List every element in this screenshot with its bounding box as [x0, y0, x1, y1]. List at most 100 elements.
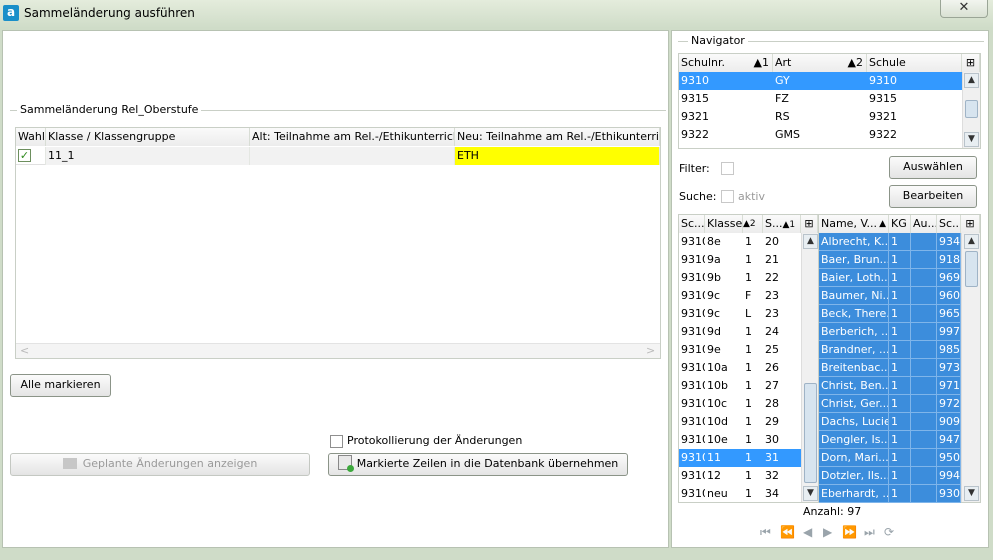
scroll-right-icon[interactable]: >: [646, 344, 655, 357]
apply-to-database-button[interactable]: Markierte Zeilen in die Datenbank überne…: [328, 453, 628, 476]
school-scrollbar[interactable]: ▲ ▼: [962, 72, 980, 148]
student-row[interactable]: Christ, Ben... 1 971: [819, 377, 961, 395]
filter-checkbox[interactable]: [721, 162, 734, 175]
col-header-klasse-nav[interactable]: Klasse: [705, 215, 743, 233]
class-row[interactable]: 931010c 1 28: [679, 395, 801, 413]
next-record-icon[interactable]: ▶: [823, 525, 832, 539]
student-cell: Breitenbac...: [819, 359, 889, 377]
student-row[interactable]: Berberich, ... 1 997: [819, 323, 961, 341]
scroll-thumb[interactable]: [965, 251, 978, 287]
school-cell-art: GMS: [775, 128, 800, 141]
col-header-s[interactable]: S...▲1: [763, 215, 801, 233]
class-row[interactable]: 931010d 1 29: [679, 413, 801, 431]
window-title: Sammeländerung ausführen: [24, 6, 195, 20]
table-row[interactable]: ✓ 11_1 ETH: [16, 147, 660, 165]
previous-page-icon[interactable]: ⏪: [780, 525, 795, 539]
comment-icon: [62, 458, 77, 469]
col-header-schulnr[interactable]: Schulnr. ▲1: [679, 54, 773, 72]
scroll-thumb[interactable]: [804, 383, 817, 483]
class-row[interactable]: 93109c F 23: [679, 287, 801, 305]
school-row[interactable]: 9322 GMS 9322: [679, 126, 962, 144]
student-row[interactable]: Breitenbac... 1 973: [819, 359, 961, 377]
logging-checkbox[interactable]: [330, 435, 343, 448]
scroll-up-icon[interactable]: ▲: [964, 234, 979, 249]
horizontal-scrollbar[interactable]: < >: [16, 343, 660, 358]
column-chooser-icon[interactable]: ⊞: [961, 215, 980, 233]
class-row[interactable]: 93109e 1 25: [679, 341, 801, 359]
next-page-icon[interactable]: ⏩: [842, 525, 857, 539]
col-header-schule[interactable]: Schule: [867, 54, 962, 72]
column-chooser-icon[interactable]: ⊞: [962, 54, 980, 72]
col-header-kg[interactable]: KG: [889, 215, 911, 233]
scroll-up-icon[interactable]: ▲: [803, 234, 818, 249]
show-planned-changes-button[interactable]: Geplante Änderungen anzeigen: [10, 453, 310, 476]
column-chooser-icon[interactable]: ⊞: [801, 215, 818, 233]
class-cell: 23: [765, 307, 779, 320]
col-header-neu[interactable]: Neu: Teilnahme am Rel.-/Ethikunterric...: [455, 128, 660, 146]
scroll-thumb[interactable]: [965, 100, 978, 118]
class-row[interactable]: 93109d 1 24: [679, 323, 801, 341]
student-row[interactable]: Baer, Brun... 1 918: [819, 251, 961, 269]
student-row[interactable]: Christ, Ger... 1 972: [819, 395, 961, 413]
cell-neu[interactable]: ETH: [455, 147, 660, 165]
mark-all-button[interactable]: Alle markieren: [10, 374, 111, 397]
student-cell: Dachs, Lucie: [819, 413, 889, 431]
class-row[interactable]: 931012 1 32: [679, 467, 801, 485]
class-cell: 9310: [681, 253, 705, 266]
class-row[interactable]: 93109b 1 22: [679, 269, 801, 287]
last-record-icon[interactable]: ⏭: [864, 525, 875, 540]
class-row[interactable]: 93109a 1 21: [679, 251, 801, 269]
school-row[interactable]: 9321 RS 9321: [679, 108, 962, 126]
student-row[interactable]: Eberhardt, ... 1 930: [819, 485, 961, 503]
col-header-au[interactable]: Au...: [911, 215, 937, 233]
class-row[interactable]: 9310neu 1 34: [679, 485, 801, 503]
school-row[interactable]: 9315 FZ 9315: [679, 90, 962, 108]
class-row[interactable]: 931010a 1 26: [679, 359, 801, 377]
class-row[interactable]: 93109c L 23: [679, 305, 801, 323]
class-row[interactable]: 931010b 1 27: [679, 377, 801, 395]
change-table: Wahl Klasse / Klassengruppe Alt: Teilnah…: [15, 127, 661, 359]
student-row[interactable]: Albrecht, K... 1 934: [819, 233, 961, 251]
class-row[interactable]: 931010e 1 30: [679, 431, 801, 449]
class-cell: 1: [745, 235, 752, 248]
student-cell: Beck, There...: [819, 305, 889, 323]
class-row[interactable]: 93108e 1 20: [679, 233, 801, 251]
school-row[interactable]: 9310 GY 9310: [679, 72, 962, 90]
student-row[interactable]: Dotzler, Ils... 1 994: [819, 467, 961, 485]
col-header-wahl[interactable]: Wahl: [16, 128, 46, 146]
row-checkbox[interactable]: ✓: [18, 149, 31, 162]
previous-record-icon[interactable]: ◀: [803, 525, 812, 539]
scroll-down-icon[interactable]: ▼: [964, 486, 979, 501]
search-active-checkbox[interactable]: [721, 190, 734, 203]
refresh-icon[interactable]: ⟳: [884, 525, 894, 539]
student-row[interactable]: Dengler, Is... 1 947: [819, 431, 961, 449]
student-row[interactable]: Dorn, Mari... 1 950: [819, 449, 961, 467]
class-cell: 9310: [681, 361, 705, 374]
col-header-name[interactable]: Name, V... ▲: [819, 215, 889, 233]
student-row[interactable]: Baumer, Ni... 1 960: [819, 287, 961, 305]
col-header-art[interactable]: Art ▲2: [773, 54, 867, 72]
student-row[interactable]: Beck, There...1 965: [819, 305, 961, 323]
col-header-klasse[interactable]: Klasse / Klassengruppe: [46, 128, 250, 146]
scroll-left-icon[interactable]: <: [20, 344, 29, 357]
col-header-alt[interactable]: Alt: Teilnahme am Rel.-/Ethikunterricht: [250, 128, 455, 146]
class-row[interactable]: 931011131: [679, 449, 801, 467]
class-scrollbar[interactable]: ▲ ▼: [801, 233, 818, 502]
scroll-down-icon[interactable]: ▼: [964, 132, 979, 147]
student-row[interactable]: Brandner, ... 1 985: [819, 341, 961, 359]
col-header-sc[interactable]: Sc...: [937, 215, 961, 233]
close-button[interactable]: ✕: [940, 0, 988, 18]
col-header-sort-2[interactable]: ▲2: [743, 215, 763, 233]
student-scrollbar[interactable]: ▲ ▼: [961, 233, 980, 502]
student-row[interactable]: Baier, Loth... 1 969: [819, 269, 961, 287]
scroll-down-icon[interactable]: ▼: [803, 486, 818, 501]
scroll-up-icon[interactable]: ▲: [964, 73, 979, 88]
first-record-icon[interactable]: ⏮: [760, 525, 771, 540]
edit-button[interactable]: Bearbeiten: [889, 185, 977, 208]
class-cell: 9310: [681, 433, 705, 446]
row-checkbox-cell[interactable]: ✓: [16, 147, 46, 165]
select-button[interactable]: Auswählen: [889, 156, 977, 179]
class-cell: 29: [765, 415, 779, 428]
col-header-schulnr-short[interactable]: Sc...: [679, 215, 705, 233]
student-row[interactable]: Dachs, Lucie 1 909: [819, 413, 961, 431]
